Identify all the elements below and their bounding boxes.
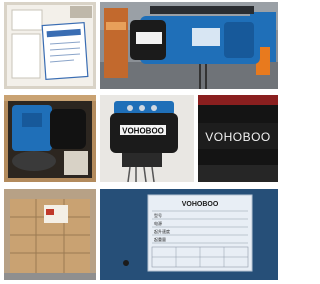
photo-nameplate: VOHOBOO 型号 电源 起升速度 起重量 <box>100 189 278 280</box>
nameplate-row-1: 型号 <box>154 212 162 218</box>
photo-stacked-boxes <box>4 189 96 280</box>
photo-hoist-in-crate <box>4 95 96 182</box>
photo-hoist-motor-logo: VOHOBOO <box>100 95 194 182</box>
photo-logo-closeup: VOHOBOO <box>198 95 278 182</box>
nameplate-brand: VOHOBOO <box>182 201 219 208</box>
closeup-logo-text: VOHOBOO <box>205 130 271 144</box>
hoist-logo-text: VOHOBOO <box>122 127 164 136</box>
photo-blue-hoist-workshop <box>100 2 278 89</box>
photo-packaging-manual <box>4 2 96 89</box>
nameplate-row-2: 电源 <box>154 220 162 226</box>
nameplate-row-4: 起重量 <box>154 236 166 242</box>
nameplate-row-3: 起升速度 <box>154 228 170 234</box>
